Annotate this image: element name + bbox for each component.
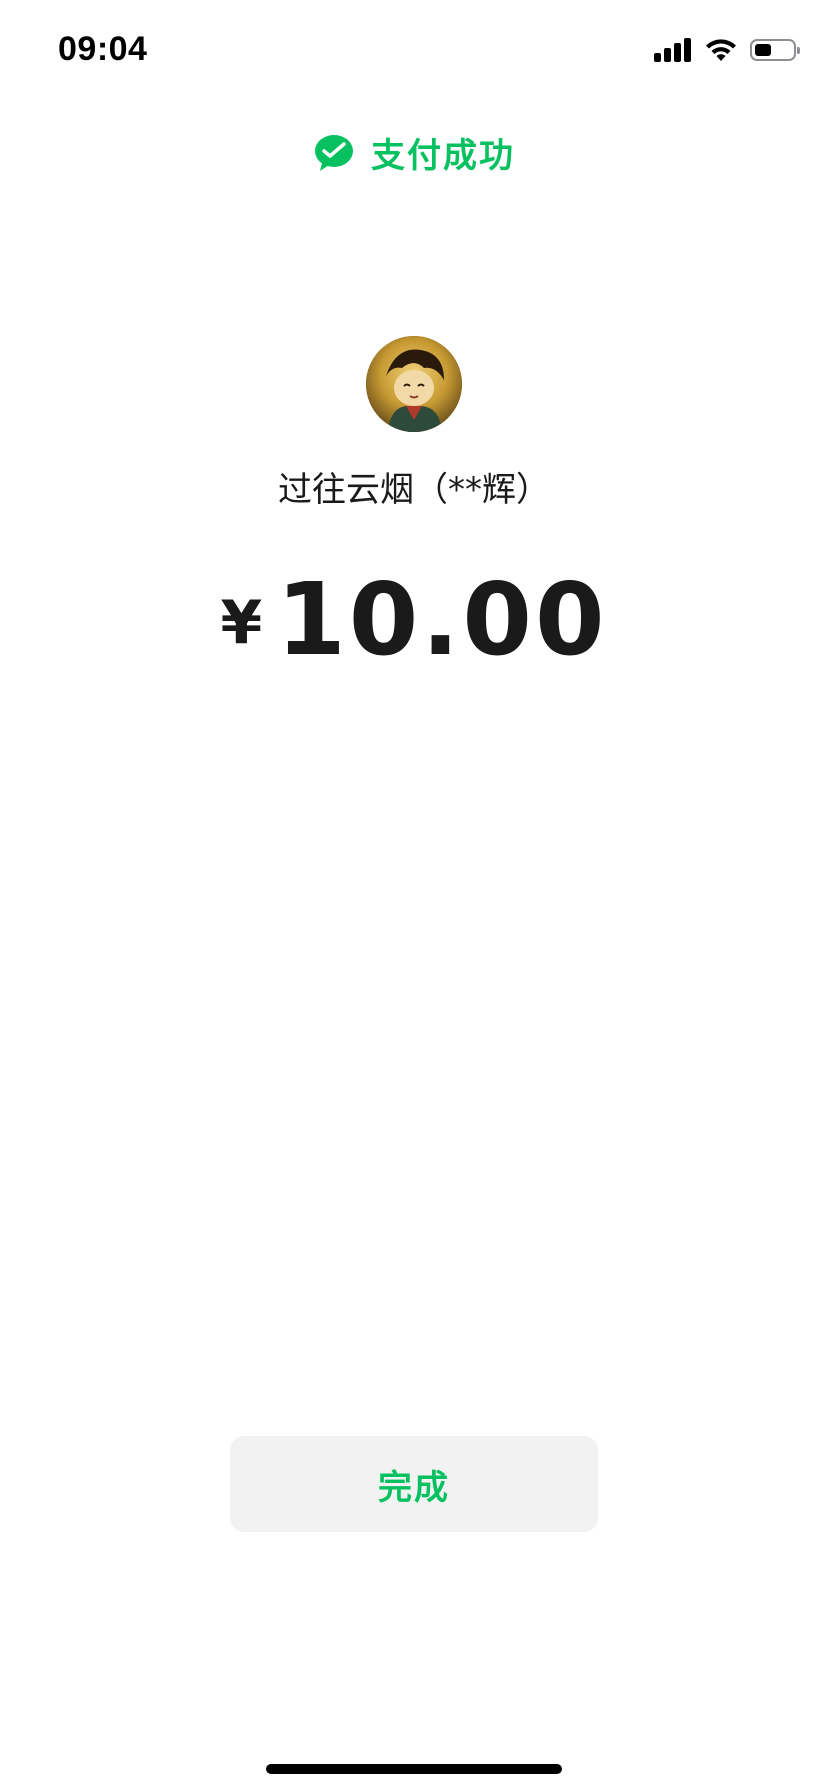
payment-success-screen: 09:04 支付成功 过往云烟（**辉） ¥ 10.00 完成: [0, 0, 828, 1792]
success-header: 支付成功: [0, 128, 828, 177]
avatar-image: [366, 336, 462, 432]
battery-fill: [755, 44, 771, 56]
done-button[interactable]: 完成: [230, 1436, 598, 1532]
payee-name: 过往云烟（**辉）: [278, 470, 550, 510]
status-icons: [654, 36, 800, 64]
battery-cap: [797, 47, 800, 54]
success-title: 支付成功: [371, 136, 515, 176]
battery-icon: [750, 39, 800, 61]
currency-symbol: ¥: [220, 588, 263, 658]
wechat-pay-check-icon: [315, 134, 353, 171]
payment-amount: ¥ 10.00: [0, 570, 828, 670]
status-bar: 09:04: [0, 0, 828, 100]
cellular-signal-icon: [654, 38, 694, 62]
wifi-icon: [706, 39, 736, 61]
avatar: [366, 336, 462, 432]
amount-value: 10.00: [276, 561, 608, 678]
status-time: 09:04: [58, 30, 148, 68]
home-indicator[interactable]: [266, 1764, 562, 1774]
